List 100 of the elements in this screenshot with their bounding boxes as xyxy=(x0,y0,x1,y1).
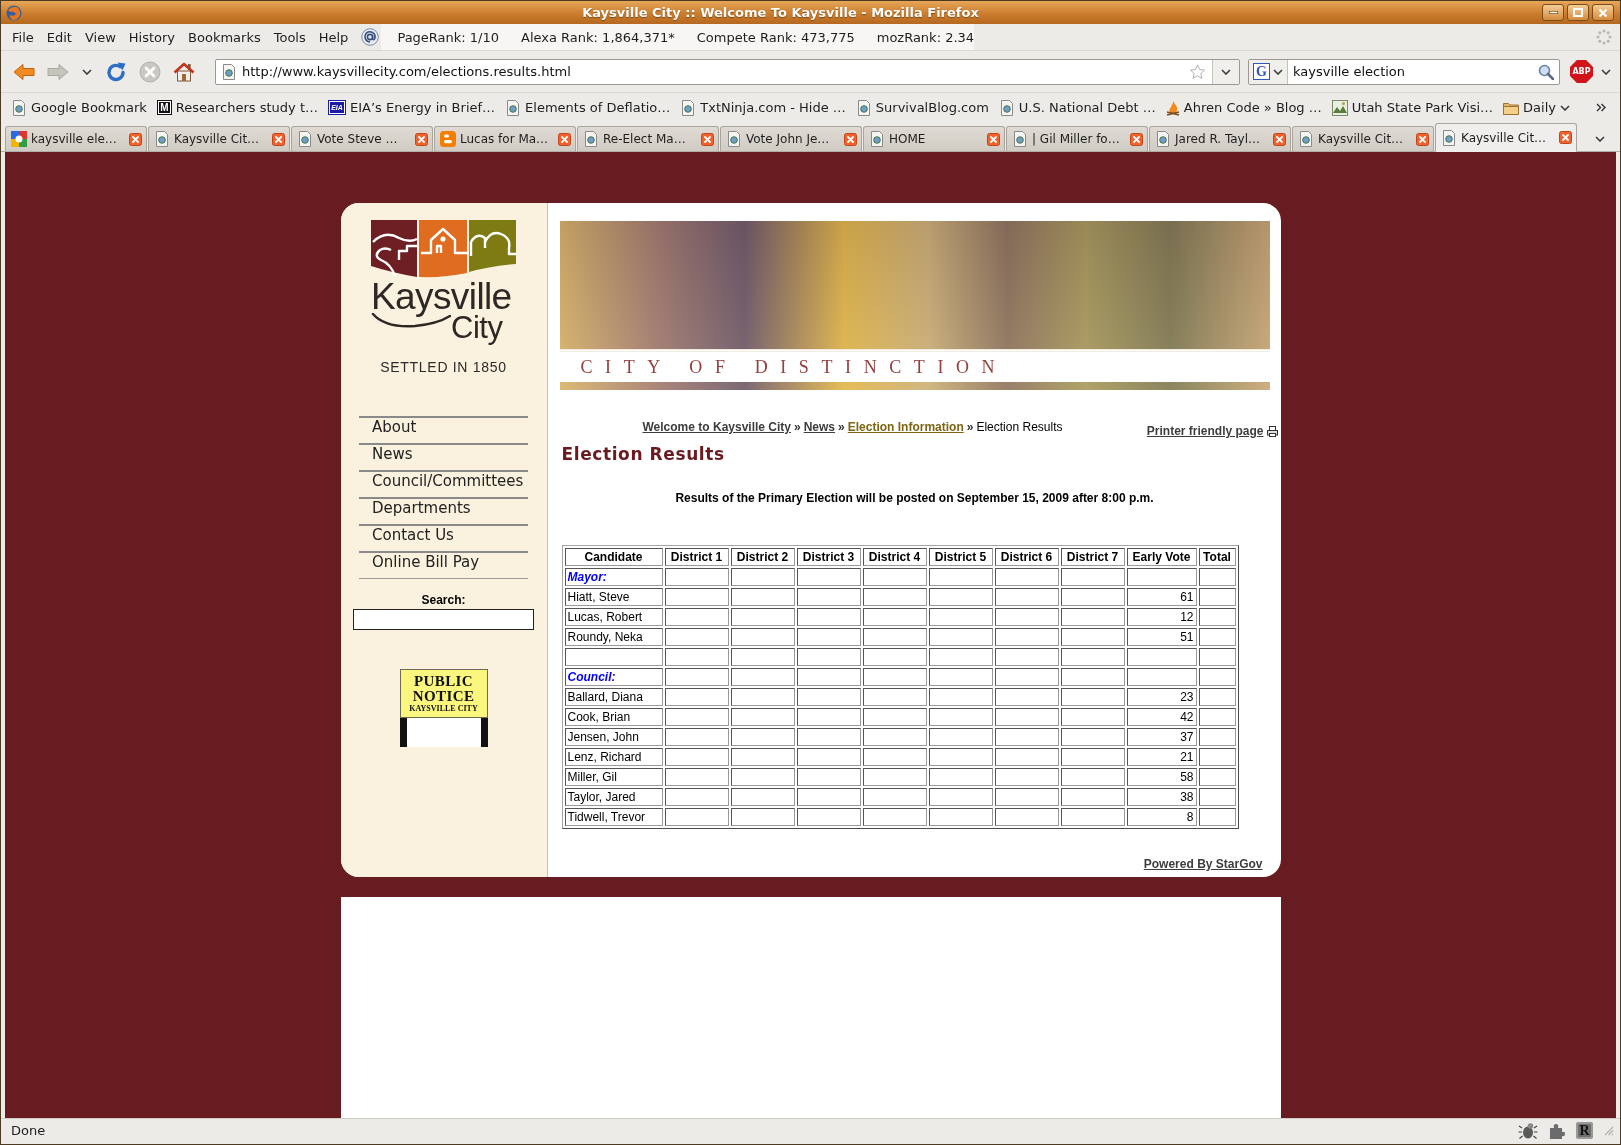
printer-friendly-link[interactable]: Printer friendly page xyxy=(1146,424,1278,438)
sidebar-nav-link[interactable]: Council/Committees xyxy=(359,470,528,497)
menu-item[interactable]: Edit xyxy=(40,24,79,50)
beetle-icon[interactable] xyxy=(1518,1121,1538,1140)
letter-tile[interactable]: R xyxy=(1576,1122,1593,1139)
close-icon[interactable] xyxy=(272,132,285,146)
empty-cell xyxy=(928,668,993,686)
empty-cell xyxy=(994,748,1059,766)
tab[interactable]: Jared R. Tayl… xyxy=(1149,126,1291,151)
close-icon[interactable] xyxy=(558,132,571,146)
empty-cell xyxy=(1126,648,1197,666)
breadcrumb-link[interactable]: Welcome to Kaysville City xyxy=(642,420,791,434)
column-header: Early Vote xyxy=(1126,548,1197,566)
tab[interactable]: HOME xyxy=(863,126,1005,151)
tab[interactable]: | Gil Miller fo… xyxy=(1006,126,1148,151)
empty-cell xyxy=(1198,768,1236,786)
breadcrumb-link[interactable]: News xyxy=(803,420,836,434)
sidebar-nav-link[interactable]: Departments xyxy=(359,497,528,524)
column-header: District 3 xyxy=(796,548,861,566)
close-icon[interactable] xyxy=(1416,132,1429,146)
empty-cell xyxy=(994,588,1059,606)
close-icon[interactable] xyxy=(129,132,142,146)
sidebar-nav-link[interactable]: Contact Us xyxy=(359,524,528,551)
maximize-button[interactable] xyxy=(1567,4,1589,21)
close-icon[interactable] xyxy=(701,132,714,146)
star-icon[interactable] xyxy=(1189,63,1206,80)
houses-emblem-icon xyxy=(371,220,516,278)
tab[interactable]: Vote John Je… xyxy=(720,126,862,151)
bookmark-link[interactable]: Elements of Deflatio… xyxy=(505,99,671,116)
reload-icon xyxy=(105,60,127,83)
window-title: Kaysville City :: Welcome To Kaysville - Mozilla Firefox xyxy=(581,5,980,20)
bookmark-link[interactable]: U.S. National Debt … xyxy=(998,99,1156,116)
sidebar-nav-link[interactable]: About xyxy=(359,416,528,443)
tab[interactable]: Re-Elect Ma… xyxy=(577,126,719,151)
bookmark-link[interactable]: SurvivalBlog.com xyxy=(855,99,989,116)
sidebar-nav-link[interactable]: News xyxy=(359,443,528,470)
empty-cell xyxy=(1060,608,1125,626)
menu-item[interactable]: View xyxy=(78,24,123,50)
vote-count-cell: 21 xyxy=(1126,748,1197,766)
empty-cell xyxy=(928,708,993,726)
candidate-cell: Roundy, Neka xyxy=(564,628,663,646)
menu-item[interactable]: Tools xyxy=(267,24,313,50)
address-bar[interactable]: http://www.kaysvillecity.com/elections.results.html xyxy=(215,58,1240,85)
empty-cell xyxy=(664,628,729,646)
empty-cell xyxy=(796,628,861,646)
seo-stat: mozRank: 2.34 xyxy=(876,29,975,45)
breadcrumb-link[interactable]: Election Information xyxy=(847,420,964,434)
empty-cell xyxy=(1198,648,1236,666)
menu-item[interactable]: File xyxy=(6,24,41,50)
bookmark-folder[interactable]: Daily xyxy=(1503,100,1570,115)
bookmark-link[interactable]: Utah State Park Visi… xyxy=(1331,99,1494,116)
close-icon[interactable] xyxy=(1559,131,1572,144)
search-engine-button[interactable]: G xyxy=(1249,59,1288,84)
minimize-button[interactable] xyxy=(1542,4,1564,21)
empty-cell xyxy=(994,608,1059,626)
column-header: District 2 xyxy=(730,548,795,566)
tab[interactable]: Kaysville Cit… xyxy=(1435,123,1577,152)
empty-cell xyxy=(862,668,927,686)
empty-cell xyxy=(664,568,729,586)
close-button[interactable] xyxy=(1592,4,1614,21)
page-icon xyxy=(11,99,27,116)
double-chevron-icon[interactable] xyxy=(1596,103,1606,112)
bookmark-link[interactable]: Google Bookmark xyxy=(11,99,147,116)
notice-sign-board[interactable]: PUBLIC NOTICE KAYSVILLE CITY xyxy=(399,669,488,718)
tab[interactable]: Lucas for Ma… xyxy=(434,126,576,151)
page-icon xyxy=(1012,131,1028,147)
landscape-icon xyxy=(1331,99,1348,116)
empty-cell xyxy=(730,568,795,586)
tab[interactable]: kaysville ele… xyxy=(5,126,147,151)
search-label: Search: xyxy=(421,593,466,607)
column-header: District 5 xyxy=(928,548,993,566)
menu-item[interactable]: Bookmarks xyxy=(182,24,268,50)
empty-cell xyxy=(664,668,729,686)
close-icon[interactable] xyxy=(987,132,1000,146)
close-icon[interactable] xyxy=(1273,132,1286,146)
close-icon[interactable] xyxy=(844,132,857,146)
url-history-button[interactable] xyxy=(1212,59,1239,84)
tab[interactable]: Kaysville Cit… xyxy=(148,126,290,151)
bookmark-link[interactable]: TxtNinja.com - Hide … xyxy=(680,99,846,116)
bookmark-link[interactable]: Ahren Code » Blog … xyxy=(1165,99,1322,116)
empty-cell xyxy=(928,728,993,746)
menu-item[interactable]: History xyxy=(122,24,183,50)
search-icon[interactable] xyxy=(1538,63,1554,80)
powered-by-link[interactable]: Powered By StarGov xyxy=(1143,857,1263,871)
sidebar-nav-link[interactable]: Online Bill Pay xyxy=(359,551,528,579)
close-icon[interactable] xyxy=(415,132,428,146)
web-search-bar[interactable]: G kaysville election xyxy=(1248,58,1560,85)
bookmark-link[interactable]: M Researchers study t… xyxy=(156,100,318,115)
empty-cell xyxy=(1198,688,1236,706)
at-sign-icon[interactable] xyxy=(361,28,380,46)
tab[interactable]: Vote Steve … xyxy=(291,126,433,151)
printer-icon xyxy=(1266,425,1278,437)
page-icon xyxy=(154,131,170,147)
empty-cell xyxy=(1060,808,1125,826)
menu-item[interactable]: Help xyxy=(312,24,356,50)
puzzle-piece-icon[interactable] xyxy=(1548,1121,1566,1140)
close-icon[interactable] xyxy=(1130,132,1143,146)
search-field[interactable] xyxy=(353,609,534,630)
adblock-badge[interactable]: ABP xyxy=(1570,60,1593,83)
tab[interactable]: Kaysville Cit… xyxy=(1292,126,1434,151)
